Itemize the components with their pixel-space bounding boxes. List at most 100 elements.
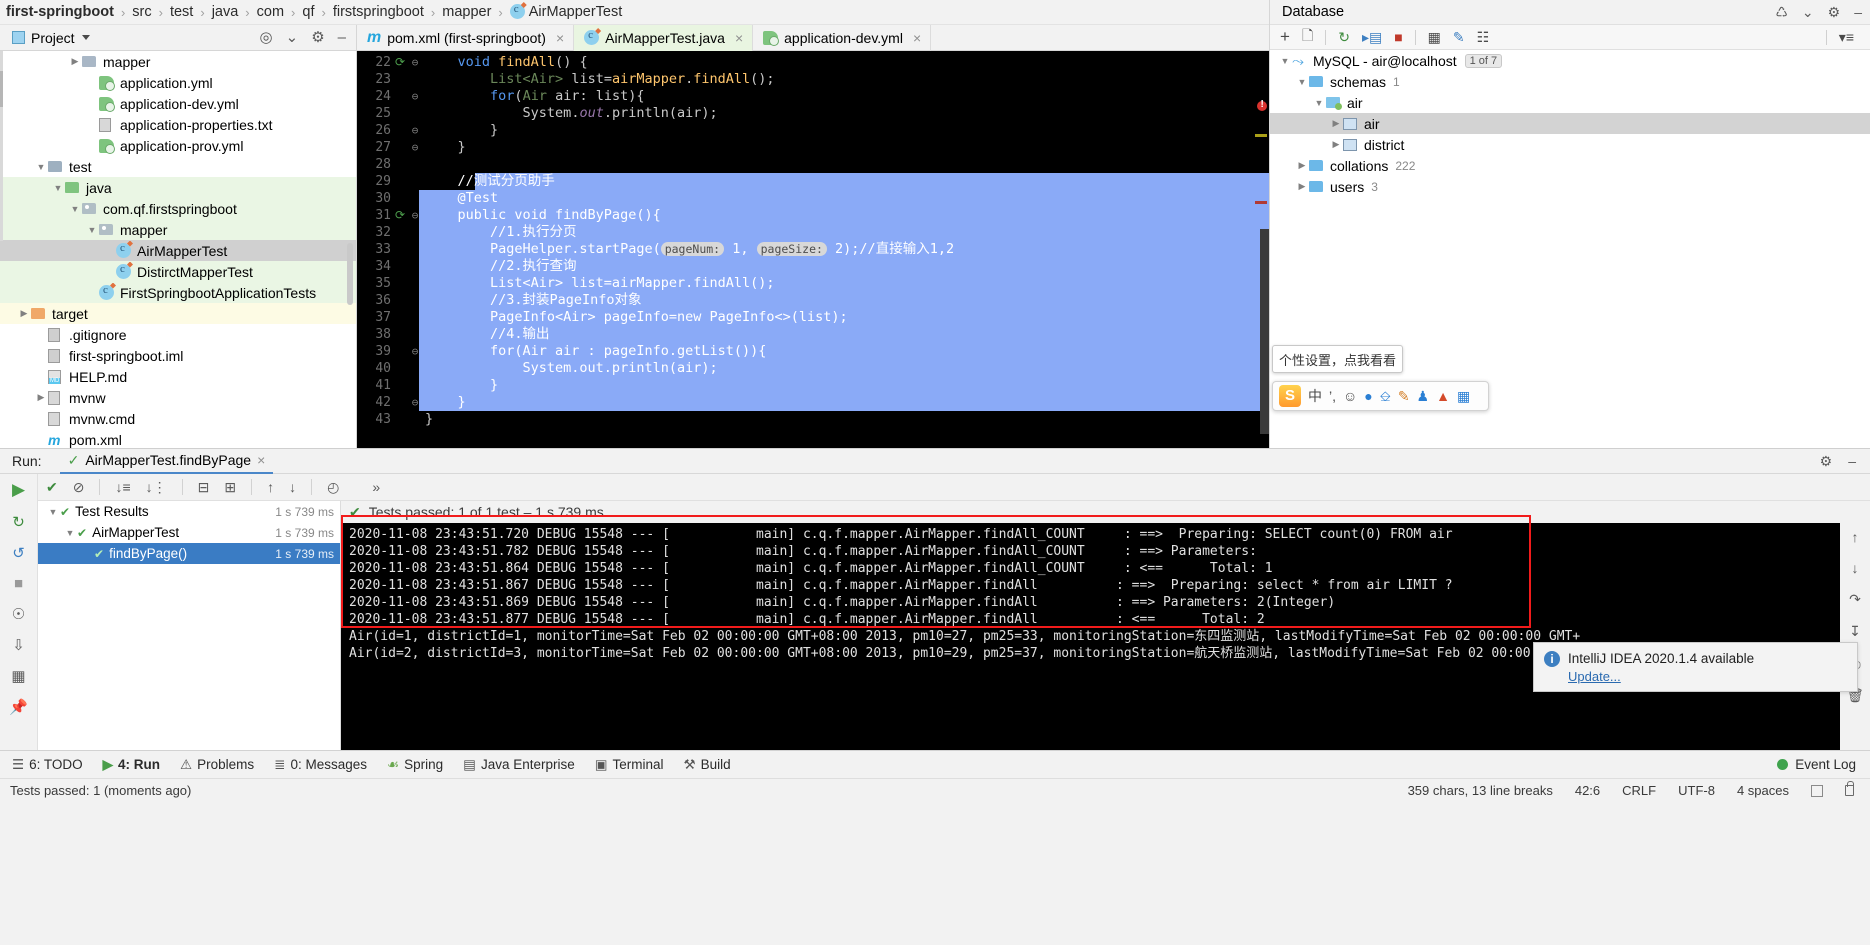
code-line[interactable]: 26 ⊖ } — [357, 122, 1269, 139]
project-tree-item[interactable]: ▼ mapper — [0, 219, 356, 240]
project-tree-item[interactable]: ▼ java — [0, 177, 356, 198]
prev-icon[interactable]: ↑ — [267, 479, 274, 495]
breadcrumb-item[interactable]: qf — [300, 4, 316, 20]
filter-icon[interactable]: ▾≡ — [1839, 29, 1854, 46]
breadcrumb-item[interactable]: src — [130, 4, 153, 20]
code-line[interactable]: 22 ⟳ ⊖ void findAll() { — [357, 54, 1269, 71]
code-line[interactable]: 36 //3.封装PageInfo对象 — [357, 292, 1269, 309]
project-tree-scrollbar[interactable] — [347, 243, 353, 305]
lock-icon[interactable] — [1845, 781, 1854, 796]
tool-window-button[interactable]: ▣ Terminal — [595, 757, 664, 773]
scroll-down-icon[interactable]: ↓ — [1852, 560, 1859, 576]
project-tree-item[interactable]: .gitignore — [0, 324, 356, 345]
code-fold-icon[interactable]: ⊖ — [409, 122, 421, 139]
project-tree-item[interactable]: application-prov.yml — [0, 135, 356, 156]
breadcrumb-item[interactable]: test — [168, 4, 195, 20]
stop-icon[interactable]: ■ — [1394, 29, 1402, 45]
ime-voice-icon[interactable]: ● — [1364, 388, 1372, 404]
project-tree-item[interactable]: application-dev.yml — [0, 93, 356, 114]
database-tree[interactable]: ▼ ⤳ MySQL - air@localhost 1 of 7 ▼ schemas 1 ▼ a… — [1270, 50, 1870, 197]
hide-icon[interactable]: – — [338, 30, 346, 45]
project-tree-item[interactable]: HELP.md — [0, 366, 356, 387]
hide-icon[interactable]: – — [1848, 453, 1856, 470]
chevron-right-icon[interactable]: ▶ — [1295, 160, 1309, 171]
chevron-down-icon[interactable]: ▼ — [1295, 77, 1309, 87]
code-fold-icon[interactable]: ⊖ — [409, 54, 421, 71]
console-icon[interactable]: ☷ — [1477, 29, 1490, 46]
code-fold-icon[interactable]: ⊖ — [409, 343, 421, 360]
database-tree-item[interactable]: ▶ users 3 — [1270, 176, 1870, 197]
notification-update-link[interactable]: Update... — [1568, 669, 1754, 684]
editor-tab[interactable]: application-dev.yml × — [753, 24, 932, 51]
collapse-icon[interactable]: ⌄ — [1802, 4, 1814, 21]
chevron-down-icon[interactable]: ▼ — [63, 528, 77, 538]
code-fold-icon[interactable]: ⊖ — [409, 394, 421, 411]
breadcrumb-item[interactable]: first-springboot — [4, 4, 116, 20]
code-line[interactable]: 23 List<Air> list=airMapper.findAll(); — [357, 71, 1269, 88]
project-tree-item[interactable]: m pom.xml — [0, 429, 356, 448]
project-tree-item[interactable]: AirMapperTest — [0, 240, 356, 261]
chevron-right-icon[interactable]: ▶ — [1329, 139, 1343, 150]
chevron-down-icon[interactable]: ▼ — [85, 225, 99, 235]
chevron-right-icon[interactable]: ▶ — [1295, 181, 1309, 192]
status-bar-item[interactable]: UTF-8 — [1678, 783, 1715, 798]
project-tree-item[interactable]: ▶ mapper — [0, 51, 356, 72]
copy-icon[interactable]: 🗋 — [1302, 25, 1313, 49]
database-tree-item[interactable]: ▼ air — [1270, 92, 1870, 113]
tool-window-button[interactable]: ☙ Spring — [387, 757, 443, 773]
rerun-failed-icon[interactable]: ↺ — [12, 544, 25, 562]
project-tree-item[interactable]: ▼ test — [0, 156, 356, 177]
chevron-down-icon[interactable]: ▼ — [34, 162, 48, 172]
project-tree-item[interactable]: FirstSpringbootApplicationTests — [0, 282, 356, 303]
code-line[interactable]: 30 @Test — [357, 190, 1269, 207]
ime-keyboard-icon[interactable]: ⎒ — [1380, 388, 1391, 405]
run-test-gutter-icon[interactable]: ⟳ — [393, 207, 407, 224]
ime-skin-icon[interactable]: ▲ — [1436, 388, 1450, 404]
expand-all-icon[interactable]: ⊟ — [198, 479, 210, 496]
edit-icon[interactable]: ✎ — [1453, 29, 1465, 46]
sort-alpha-icon[interactable]: ↓​≡ — [115, 479, 130, 495]
scroll-end-icon[interactable]: ↧ — [1849, 623, 1861, 640]
code-line[interactable]: 41 } — [357, 377, 1269, 394]
code-line[interactable]: 39 ⊖ for(Air air : pageInfo.getList()){ — [357, 343, 1269, 360]
more-icon[interactable]: » — [372, 479, 380, 495]
database-tree-item[interactable]: ▼ ⤳ MySQL - air@localhost 1 of 7 — [1270, 50, 1870, 71]
code-fold-icon[interactable]: ⊖ — [409, 207, 421, 224]
tool-window-button[interactable]: ⚒ Build — [684, 757, 731, 773]
add-icon[interactable]: + — [1280, 27, 1290, 47]
chevron-right-icon[interactable]: ▶ — [34, 392, 48, 403]
tool-window-button[interactable]: ≣ 0: Messages — [274, 757, 367, 773]
editor-tab[interactable]: AirMapperTest.java × — [574, 24, 754, 51]
chevron-down-icon[interactable]: ▼ — [51, 183, 65, 193]
code-line[interactable]: 43} — [357, 411, 1269, 428]
project-tree-item[interactable]: first-springboot.iml — [0, 345, 356, 366]
code-line[interactable]: 24 ⊖ for(Air air: list){ — [357, 88, 1269, 105]
code-editor[interactable]: 22 ⟳ ⊖ void findAll() {23 List<Air> list=a… — [357, 51, 1269, 448]
code-fold-icon[interactable]: ⊖ — [409, 139, 421, 156]
notification-popup[interactable]: i IntelliJ IDEA 2020.1.4 available Updat… — [1533, 642, 1858, 692]
pin-icon[interactable]: 📌 — [9, 698, 28, 716]
project-tree-item[interactable]: DistirctMapperTest — [0, 261, 356, 282]
status-bar-item[interactable]: 359 chars, 13 line breaks — [1408, 783, 1553, 798]
chevron-down-icon[interactable]: ▼ — [1312, 98, 1326, 108]
code-line[interactable]: 25 System.out.println(air); — [357, 105, 1269, 122]
ime-menu-icon[interactable]: ▦ — [1457, 388, 1470, 405]
screenshot-icon[interactable]: ☉ — [12, 605, 25, 623]
tool-window-button[interactable]: ⚠ Problems — [180, 757, 254, 773]
collapse-all-icon[interactable]: ⌄ — [286, 30, 299, 45]
database-tree-item[interactable]: ▼ schemas 1 — [1270, 71, 1870, 92]
editor-scrollbar[interactable] — [1260, 229, 1269, 434]
tool-window-button[interactable]: ▤ Java Enterprise — [463, 757, 575, 773]
run-icon[interactable]: ▶ — [12, 480, 25, 500]
test-tree-item[interactable]: ▼ ✔ Test Results 1 s 739 ms — [38, 501, 340, 522]
chevron-down-icon[interactable]: ▼ — [1278, 56, 1292, 66]
settings-gear-icon[interactable]: ⚙ — [1828, 4, 1841, 21]
chevron-right-icon[interactable]: ▶ — [1329, 118, 1343, 129]
ime-punct-icon[interactable]: ’, — [1329, 388, 1336, 404]
hide-icon[interactable]: – — [1854, 4, 1862, 21]
check-icon[interactable]: ✔ — [46, 479, 58, 496]
ime-emoji-icon[interactable]: ☺ — [1343, 388, 1357, 404]
status-bar-item[interactable]: CRLF — [1622, 783, 1656, 798]
code-line[interactable]: 42 ⊖ } — [357, 394, 1269, 411]
close-icon[interactable]: × — [257, 452, 265, 468]
